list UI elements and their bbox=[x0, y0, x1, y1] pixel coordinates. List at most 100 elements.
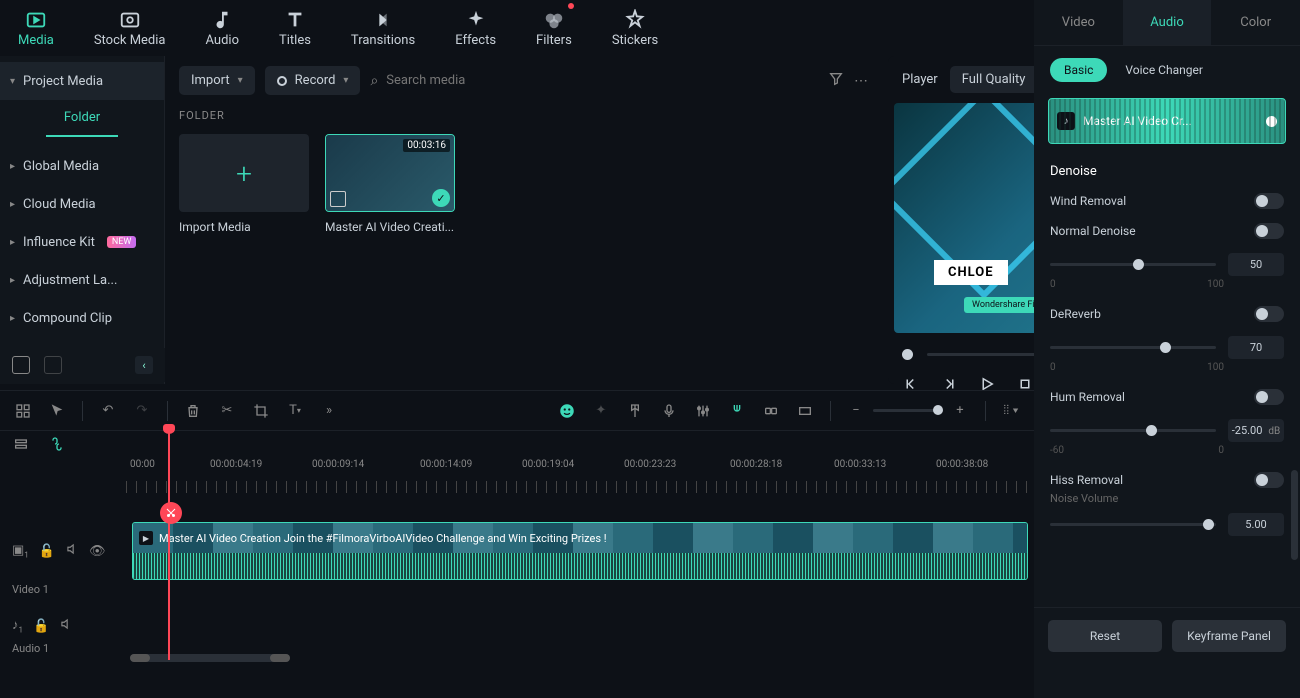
hum-toggle[interactable] bbox=[1254, 389, 1284, 405]
nav-transitions[interactable]: Transitions bbox=[343, 5, 423, 52]
nav-stock[interactable]: Stock Media bbox=[86, 5, 174, 52]
view-options-icon[interactable]: ⦙⦙ ▾ bbox=[1002, 402, 1020, 420]
audio-mix-icon[interactable] bbox=[694, 402, 712, 420]
sidebar-project-media[interactable]: ▾ Project Media bbox=[0, 62, 164, 100]
lock-icon[interactable]: 🔓 bbox=[39, 544, 55, 559]
nav-stock-label: Stock Media bbox=[94, 33, 166, 48]
nav-titles[interactable]: Titles bbox=[271, 5, 319, 52]
normal-slider[interactable] bbox=[1050, 263, 1216, 266]
ai-icon[interactable] bbox=[558, 402, 576, 420]
pointer-icon[interactable] bbox=[48, 402, 66, 420]
more-icon[interactable]: ⋯ bbox=[854, 73, 868, 89]
settings-gear-icon[interactable]: ✦ bbox=[592, 402, 610, 420]
audio-track-head: ♪1 🔓 bbox=[0, 617, 126, 635]
noise-value[interactable]: 5.00 bbox=[1228, 513, 1284, 536]
cut-marker[interactable] bbox=[160, 502, 182, 524]
nav-media[interactable]: Media bbox=[10, 5, 62, 52]
track-add-icon[interactable] bbox=[12, 435, 30, 453]
audio-track-body[interactable] bbox=[126, 612, 1034, 640]
crop-tool-icon[interactable] bbox=[252, 402, 270, 420]
nav-audio[interactable]: Audio bbox=[198, 5, 247, 52]
record-label: Record bbox=[295, 73, 336, 88]
import-button[interactable]: Import▾ bbox=[179, 66, 255, 95]
sidebar-global-media[interactable]: ▸Global Media bbox=[0, 147, 164, 185]
record-button[interactable]: Record▾ bbox=[265, 66, 361, 95]
sidebar-label: Global Media bbox=[23, 159, 99, 174]
nav-stickers[interactable]: Stickers bbox=[604, 5, 666, 52]
more-tools-icon[interactable]: » bbox=[320, 402, 338, 420]
new-folder-icon[interactable] bbox=[12, 356, 30, 374]
filter-icon[interactable] bbox=[828, 71, 844, 91]
noise-slider[interactable] bbox=[1050, 523, 1216, 526]
check-icon: ✓ bbox=[432, 189, 450, 207]
effects-icon bbox=[465, 9, 487, 31]
video-clip[interactable]: ▶ Master AI Video Creation Join the #Fil… bbox=[132, 522, 1028, 580]
folder-icon[interactable] bbox=[44, 356, 62, 374]
tick: 00:00:19:04 bbox=[522, 459, 574, 470]
dereverb-toggle[interactable] bbox=[1254, 306, 1284, 322]
hiss-toggle[interactable] bbox=[1254, 472, 1284, 488]
sidebar-influence-kit[interactable]: ▸Influence KitNEW bbox=[0, 223, 164, 261]
reset-button[interactable]: Reset bbox=[1048, 620, 1162, 652]
dereverb-value[interactable]: 70 bbox=[1228, 336, 1284, 359]
tick: 00:00:09:14 bbox=[312, 459, 364, 470]
mic-icon[interactable] bbox=[660, 402, 678, 420]
range-max: 0 bbox=[1218, 445, 1224, 456]
mute-icon[interactable] bbox=[59, 617, 73, 635]
magnet-icon[interactable] bbox=[728, 402, 746, 420]
tick: 00:00:04:19 bbox=[210, 459, 262, 470]
hum-label: Hum Removal bbox=[1050, 390, 1125, 404]
media-clip[interactable]: 00:03:16 ✓ Master AI Video Creati... bbox=[325, 134, 455, 234]
link-icon[interactable] bbox=[762, 402, 780, 420]
video-track-body[interactable]: ▶ Master AI Video Creation Join the #Fil… bbox=[126, 521, 1034, 581]
sidebar-compound[interactable]: ▸Compound Clip bbox=[0, 299, 164, 337]
tab-audio[interactable]: Audio bbox=[1123, 0, 1212, 45]
normal-toggle[interactable] bbox=[1254, 223, 1284, 239]
audio-clip-strip[interactable]: ♪ Master AI Video Cr... bbox=[1048, 98, 1286, 144]
grid-icon[interactable] bbox=[14, 402, 32, 420]
playhead-dot[interactable] bbox=[902, 349, 913, 360]
unit: dB bbox=[1268, 426, 1280, 437]
audio-track-icon[interactable]: ♪1 bbox=[12, 617, 23, 635]
normal-value[interactable]: 50 bbox=[1228, 253, 1284, 276]
redo-icon[interactable]: ↷ bbox=[133, 402, 151, 420]
timeline-ruler[interactable]: 00:00 00:00:04:19 00:00:09:14 00:00:14:0… bbox=[0, 457, 1034, 493]
zoom-in-icon[interactable]: + bbox=[951, 402, 969, 420]
text-tool-icon[interactable]: T▾ bbox=[286, 402, 304, 420]
nav-effects[interactable]: Effects bbox=[447, 5, 504, 52]
zoom-slider[interactable] bbox=[873, 409, 943, 412]
lock-icon[interactable]: 🔓 bbox=[33, 619, 49, 634]
sidebar-cloud-media[interactable]: ▸Cloud Media bbox=[0, 185, 164, 223]
wind-toggle[interactable] bbox=[1254, 193, 1284, 209]
search-input[interactable] bbox=[386, 73, 818, 88]
mute-icon[interactable] bbox=[65, 542, 79, 560]
video-track-icon[interactable]: ▣1 bbox=[12, 543, 29, 560]
sidebar-adjustment[interactable]: ▸Adjustment La... bbox=[0, 261, 164, 299]
subtab-basic[interactable]: Basic bbox=[1050, 58, 1107, 82]
h-scrollbar[interactable] bbox=[130, 654, 290, 662]
playhead[interactable] bbox=[168, 430, 170, 660]
tab-color[interactable]: Color bbox=[1211, 0, 1300, 45]
keyframe-panel-button[interactable]: Keyframe Panel bbox=[1172, 620, 1286, 652]
aspect-icon[interactable] bbox=[796, 402, 814, 420]
hum-value[interactable]: -25.00dB bbox=[1228, 419, 1284, 442]
folder-tab[interactable]: Folder bbox=[46, 100, 118, 137]
tab-video[interactable]: Video bbox=[1034, 0, 1123, 45]
subtab-voice-changer[interactable]: Voice Changer bbox=[1125, 63, 1203, 77]
stock-icon bbox=[119, 9, 141, 31]
import-media-tile[interactable]: + Import Media bbox=[179, 134, 309, 234]
cut-icon[interactable]: ✂ bbox=[218, 402, 236, 420]
link-tracks-icon[interactable] bbox=[48, 435, 66, 453]
hum-slider[interactable] bbox=[1050, 429, 1216, 432]
v-scrollbar[interactable] bbox=[1291, 470, 1298, 560]
collapse-sidebar[interactable]: ‹ bbox=[135, 356, 153, 374]
dereverb-slider[interactable] bbox=[1050, 346, 1216, 349]
visibility-icon[interactable]: 👁 bbox=[89, 544, 106, 559]
clip-title: Master AI Video Creation Join the #Filmo… bbox=[159, 532, 607, 545]
delete-icon[interactable] bbox=[184, 402, 202, 420]
dereverb-slider-row: 70 bbox=[1050, 336, 1284, 359]
marker-icon[interactable] bbox=[626, 402, 644, 420]
nav-filters[interactable]: Filters bbox=[528, 5, 580, 52]
zoom-out-icon[interactable]: − bbox=[847, 402, 865, 420]
undo-icon[interactable]: ↶ bbox=[99, 402, 117, 420]
